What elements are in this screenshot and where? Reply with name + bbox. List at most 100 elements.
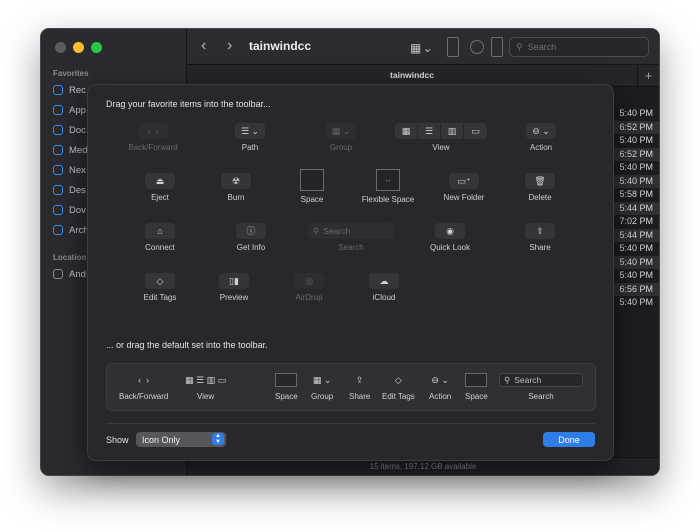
connect-icon: ⌂ [145,223,175,239]
sidebar-item-documents[interactable]: Doc [53,123,86,137]
search-placeholder: Search [323,226,351,236]
chevron-up-down-icon: ▲ ▼ [212,433,224,445]
default-item-label: Back/Forward [119,392,169,401]
space-placeholder-icon [447,37,459,57]
document-icon [53,125,63,135]
item-label: View [432,143,450,152]
item-connect[interactable]: ⌂ Connect [118,223,202,252]
burn-icon: ☢ [221,173,251,189]
item-new-folder[interactable]: ▭⁺ New Folder [422,173,506,202]
action-ellipsis-icon: ⊖ ⌄ [526,123,556,139]
item-preview[interactable]: ▯▮ Preview [192,273,276,302]
eject-icon: ⏏ [145,173,175,189]
sidebar-item-desktop[interactable]: Des [53,183,86,197]
sidebar-item-label: Nex [69,164,86,176]
default-view: ▦ ☰ ▥ ▭ View [185,372,226,402]
back-forward-icon: ‹ › [138,375,150,385]
sidebar-item-archive[interactable]: Arch [53,223,89,237]
default-item-label: Group [311,392,334,401]
item-burn[interactable]: ☢ Burn [194,173,278,202]
minimize-button[interactable] [73,42,84,53]
item-eject[interactable]: ⏏ Eject [118,173,202,202]
sidebar-item-location[interactable]: And [53,267,86,281]
sidebar-item-label: Rec [69,84,86,96]
zoom-button[interactable] [91,42,102,53]
default-set-heading: ... or drag the default set into the too… [106,340,268,350]
default-space: Space [275,372,298,401]
item-space[interactable]: Space [270,169,354,204]
item-path[interactable]: ☰ ⌄ Path [208,123,292,152]
sidebar-item-downloads[interactable]: Dov [53,203,86,217]
item-label: Burn [227,193,245,202]
item-label: Delete [528,193,552,202]
space-box-icon [465,372,488,388]
tab-title[interactable]: tainwindcc [187,70,637,80]
item-get-info[interactable]: ⓘ Get Info [209,223,293,252]
applications-icon [53,105,63,115]
item-group[interactable]: ▦ ⌄ Group [299,123,383,152]
sidebar-item-recents[interactable]: Rec [53,83,86,97]
tag-icon: ◇ [145,273,175,289]
folder-icon [53,225,63,235]
search-icon: ⚲ [313,225,320,236]
default-item-label: Edit Tags [382,392,415,401]
sidebar-item-label: Des [69,184,86,196]
item-flexible-space[interactable]: ↔ Flexible Space [346,169,430,204]
search-field-icon: ⚲ Search [499,373,583,387]
item-airdrop[interactable]: ◎ AirDrop [267,273,351,302]
action-ellipsis-icon: ⊖ ⌄ [431,374,449,385]
default-group: ▦ ⌄ Group [311,372,334,402]
share-icon: ⇪ [525,223,555,239]
item-share[interactable]: ⇪ Share [498,223,582,252]
space-box-icon [465,373,488,387]
default-item-label: Action [429,392,452,401]
group-icon: ▦ ⌄ [312,374,332,385]
item-label: iCloud [372,293,396,302]
show-select-value: Icon Only [142,434,181,445]
toolbar-search[interactable]: ⚲ Search [509,37,649,57]
item-label: Share [529,243,551,252]
show-label: Show [106,435,129,445]
item-label: Get Info [236,243,266,252]
default-toolbar-set[interactable]: ‹ › Back/Forward ▦ ☰ ▥ ▭ View Space ▦ ⌄ … [106,363,596,411]
airdrop-icon: ◎ [294,273,324,289]
close-button[interactable] [55,42,66,53]
sidebar-item-media[interactable]: Med [53,143,87,157]
sidebar-item-applications[interactable]: App [53,103,86,117]
item-action[interactable]: ⊖ ⌄ Action [499,123,583,152]
item-search[interactable]: ⚲ Search Search [308,223,394,252]
sidebar-item-label: Med [69,144,88,156]
airdrop-icon[interactable] [470,40,484,54]
back-forward-icon: ‹ › [138,123,168,139]
search-placeholder: Search [514,375,542,385]
eye-icon: ◉ [435,223,465,239]
item-icloud[interactable]: ☁ iCloud [342,273,426,302]
default-search: ⚲ Search Search [499,372,583,401]
icloud-icon: ☁ [369,273,399,289]
default-item-label: Share [349,392,371,401]
item-label: Space [300,195,324,204]
customize-heading: Drag your favorite items into the toolba… [106,99,271,109]
search-icon: ⚲ [504,374,511,385]
trash-icon: 🗑 [525,173,555,189]
default-back-forward: ‹ › Back/Forward [119,372,168,401]
item-edit-tags[interactable]: ◇ Edit Tags [118,273,202,302]
item-view[interactable]: ▦ ☰ ▥ ▭ View [395,123,487,152]
search-field-icon: ⚲ Search [308,223,394,239]
show-select[interactable]: Icon Only ▲ ▼ [136,432,226,447]
sidebar-item-label: Doc [69,124,86,136]
item-delete[interactable]: 🗑 Delete [498,173,582,202]
item-label: Preview [219,293,249,302]
done-button[interactable]: Done [543,432,595,447]
view-grid-icon[interactable]: ▦ ⌄ [410,41,433,55]
item-label: Eject [151,193,169,202]
new-tab-button[interactable]: + [637,65,659,87]
item-back-forward[interactable]: ‹ › Back/Forward [111,123,195,152]
folder-icon [53,145,63,155]
item-quick-look[interactable]: ◉ Quick Look [408,223,492,252]
sidebar-item-next[interactable]: Nex [53,163,86,177]
back-button[interactable]: ‹ [201,37,206,55]
default-action: ⊖ ⌄ Action [429,372,452,402]
forward-button[interactable]: › [227,37,232,55]
default-item-label: Space [465,392,488,401]
